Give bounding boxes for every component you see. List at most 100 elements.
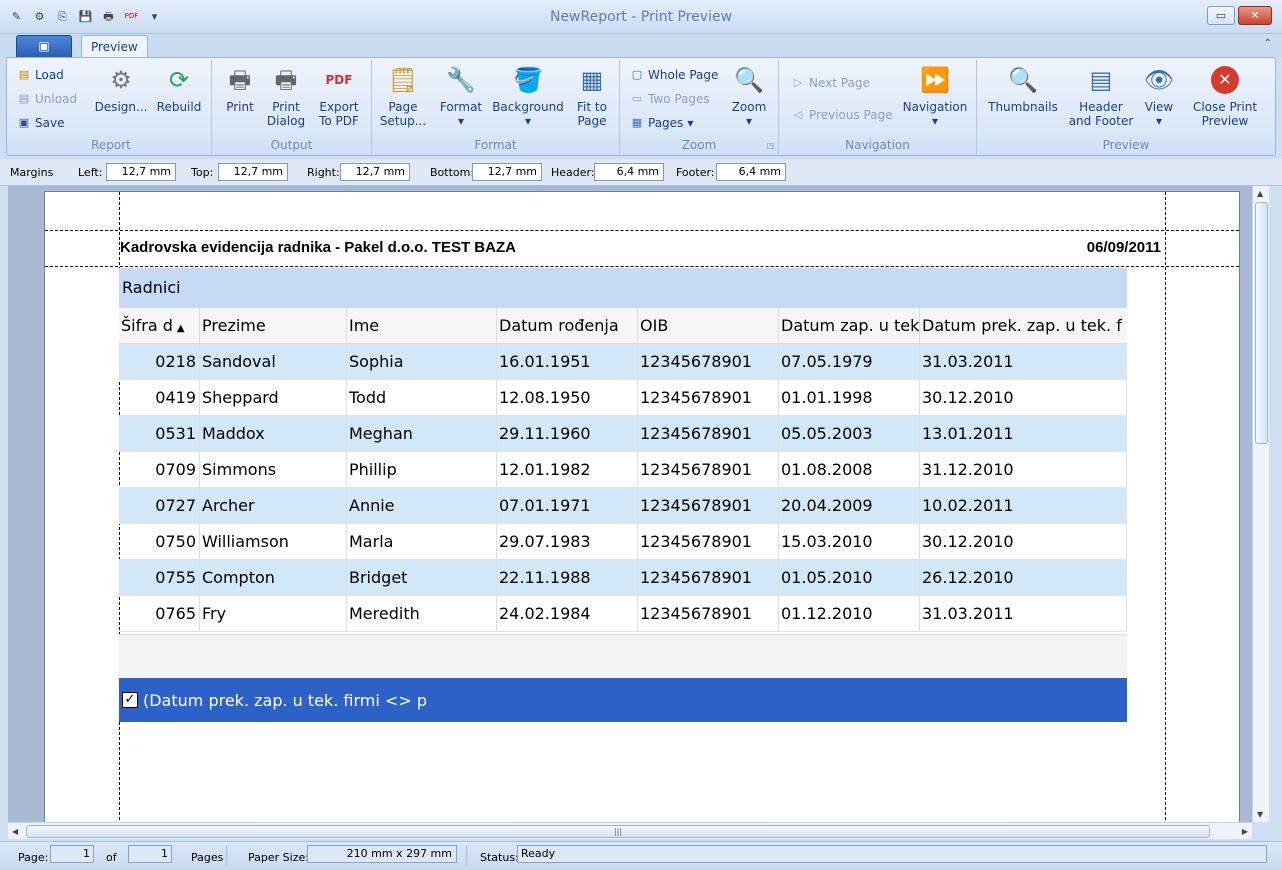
header-footer-button[interactable]: ▤ Header and Footer — [1065, 64, 1137, 128]
header-margin-label: Header: — [551, 166, 595, 179]
table-row[interactable]: 0709 Simmons Phillip 12.01.1982 12345678901 0… — [119, 452, 1127, 488]
group-zoom: ▢ Whole Page ▭ Two Pages ▦ Pages ▾ 🔍 Zoom ▾ Zo… — [620, 60, 779, 154]
table-row[interactable]: 0755 Compton Bridget 22.11.1988 12345678901 0… — [119, 560, 1127, 596]
group-preview: 🔍 Thumbnails ▤ Header and Footer 👁 View ▾ ✕ Cl… — [977, 60, 1275, 154]
thumbnails-button[interactable]: 🔍 Thumbnails — [985, 64, 1061, 114]
rebuild-button[interactable]: ⟳ Rebuild — [151, 64, 207, 114]
table-row[interactable]: 0419 Sheppard Todd 12.08.1950 12345678901 01.… — [119, 380, 1127, 416]
fit-to-page-button[interactable]: ▦ Fit to Page — [568, 64, 616, 128]
preview-area[interactable]: Kadrovska evidencija radnika - Pakel d.o… — [8, 186, 1252, 822]
table-row[interactable]: 0531 Maddox Meghan 29.11.1960 12345678901 05.… — [119, 416, 1127, 452]
table-row[interactable]: 0765 Fry Meredith 24.02.1984 12345678901 01.1… — [119, 596, 1127, 632]
left-margin-input[interactable]: 12,7 mm — [106, 163, 176, 181]
right-margin-input[interactable]: 12,7 mm — [340, 163, 410, 181]
header-margin-input[interactable]: 6,4 mm — [594, 163, 664, 181]
grid-caption: Radnici — [119, 268, 1127, 308]
top-margin-input[interactable]: 12,7 mm — [218, 163, 288, 181]
table-cell: Marla — [347, 524, 497, 559]
bottom-margin-input[interactable]: 12,7 mm — [472, 163, 542, 181]
column-header[interactable]: Prezime — [200, 308, 347, 343]
table-cell: 07.05.1979 — [779, 344, 920, 379]
grid-header: Šifra d ▲ Prezime Ime Datum rođenja OIB D… — [119, 308, 1127, 344]
ribbon-tab-row: ▣ Preview ⌃ — [0, 34, 1282, 58]
bottom-margin-label: Bottom: — [430, 166, 475, 179]
left-margin-label: Left: — [78, 166, 103, 179]
table-cell: 0531 — [119, 416, 200, 451]
tab-preview[interactable]: Preview — [81, 35, 148, 58]
paper-size-field: 210 mm x 297 mm — [307, 845, 457, 863]
footer-margin-input[interactable]: 6,4 mm — [716, 163, 786, 181]
print-dialog-button[interactable]: 🖶 Print Dialog — [262, 64, 310, 128]
scroll-right-icon[interactable]: ▶ — [1242, 827, 1248, 836]
report-page: Kadrovska evidencija radnika - Pakel d.o… — [44, 191, 1240, 822]
table-cell: 12345678901 — [638, 524, 779, 559]
vertical-scrollbar[interactable]: ▲ ▼ — [1252, 186, 1269, 822]
previous-page-button[interactable]: ◁ Previous Page — [791, 106, 893, 124]
table-cell: 31.03.2011 — [920, 344, 1127, 379]
close-print-preview-button[interactable]: ✕ Close Print Preview — [1185, 64, 1265, 128]
pages-button[interactable]: ▦ Pages ▾ — [630, 114, 694, 132]
table-cell: 31.03.2011 — [920, 596, 1127, 631]
print-button[interactable]: 🖶 Print — [218, 64, 262, 114]
column-header[interactable]: Datum prek. zap. u tek. f — [920, 308, 1127, 343]
zoom-dialog-launcher-icon[interactable]: ◳ — [766, 141, 774, 150]
title-bar: ✎ ⚙ ⎘ 💾 🖶 PDF ▾ NewReport - Print Previe… — [0, 0, 1282, 34]
table-row[interactable]: 0727 Archer Annie 07.01.1971 12345678901 20.0… — [119, 488, 1127, 524]
whole-page-icon: ▢ — [631, 68, 643, 81]
current-page-field[interactable]: 1 — [50, 845, 94, 863]
column-header[interactable]: OIB — [638, 308, 779, 343]
design-button[interactable]: ⚙ Design... — [91, 64, 151, 114]
restore-button[interactable]: ▭ — [1207, 6, 1235, 25]
group-navigation: ▷ Next Page ◁ Previous Page ⏩ Navigation ▾ N… — [779, 60, 977, 154]
vertical-scroll-thumb[interactable] — [1255, 202, 1268, 444]
gear-icon: ⚙ — [110, 66, 132, 94]
table-cell: Meghan — [347, 416, 497, 451]
application-menu-button[interactable]: ▣ — [16, 35, 72, 58]
ribbon-collapse-icon[interactable]: ⌃ — [1264, 38, 1272, 49]
close-window-button[interactable]: ✕ — [1238, 6, 1272, 25]
format-button[interactable]: 🔧 Format ▾ — [434, 64, 488, 128]
pages-dropdown-icon: ▾ — [687, 116, 694, 130]
table-cell: 0750 — [119, 524, 200, 559]
table-cell: Bridget — [347, 560, 497, 595]
pages-label: Pages — [191, 851, 224, 864]
table-cell: 20.04.2009 — [779, 488, 920, 523]
navigation-dropdown-icon: ▾ — [931, 114, 939, 128]
whole-page-button[interactable]: ▢ Whole Page — [630, 66, 719, 84]
zoom-button[interactable]: 🔍 Zoom ▾ — [726, 64, 772, 128]
export-pdf-button[interactable]: PDF Export To PDF — [312, 64, 366, 128]
table-cell: Sophia — [347, 344, 497, 379]
page-setup-icon: 🗒 — [387, 66, 419, 94]
wrench-icon: 🔧 — [446, 66, 476, 94]
grid-footer — [119, 634, 1127, 678]
scroll-up-icon[interactable]: ▲ — [1257, 189, 1263, 198]
horizontal-scrollbar[interactable]: ◀ ||| ▶ — [8, 822, 1252, 839]
navigation-button[interactable]: ⏩ Navigation ▾ — [899, 64, 971, 128]
page-setup-button[interactable]: 🗒 Page Setup... — [378, 64, 428, 128]
table-cell: 12345678901 — [638, 452, 779, 487]
column-header[interactable]: Datum rođenja — [497, 308, 638, 343]
table-cell: Maddox — [200, 416, 347, 451]
table-row[interactable]: 0218 Sandoval Sophia 16.01.1951 12345678901 0… — [119, 344, 1127, 380]
margins-bar: Margins Left: 12,7 mm Top: 12,7 mm Right… — [0, 159, 1282, 186]
scroll-left-icon[interactable]: ◀ — [12, 827, 18, 836]
filter-checkbox[interactable]: ✓ — [122, 692, 138, 708]
unload-button[interactable]: ▤ Unload — [17, 90, 77, 108]
horizontal-scroll-thumb[interactable]: ||| — [26, 825, 1210, 838]
two-pages-button[interactable]: ▭ Two Pages — [630, 90, 710, 108]
column-header[interactable]: Šifra d ▲ — [119, 308, 200, 343]
next-page-button[interactable]: ▷ Next Page — [791, 74, 870, 92]
column-header[interactable]: Datum zap. u tek — [779, 308, 920, 343]
background-button[interactable]: 🪣 Background ▾ — [490, 64, 566, 128]
load-button[interactable]: ▤ Load — [17, 66, 64, 84]
close-circle-icon: ✕ — [1209, 64, 1241, 96]
group-report: ▤ Load ▤ Unload ▣ Save ⚙ Design... ⟳ Rebuild … — [11, 60, 212, 154]
view-button[interactable]: 👁 View ▾ — [1139, 64, 1179, 128]
table-row[interactable]: 0750 Williamson Marla 29.07.1983 12345678901… — [119, 524, 1127, 560]
group-label-output: Output — [270, 138, 313, 152]
scroll-down-icon[interactable]: ▼ — [1257, 810, 1263, 819]
save-button[interactable]: ▣ Save — [17, 114, 65, 132]
table-cell: 01.01.1998 — [779, 380, 920, 415]
column-header[interactable]: Ime — [347, 308, 497, 343]
table-cell: 0727 — [119, 488, 200, 523]
